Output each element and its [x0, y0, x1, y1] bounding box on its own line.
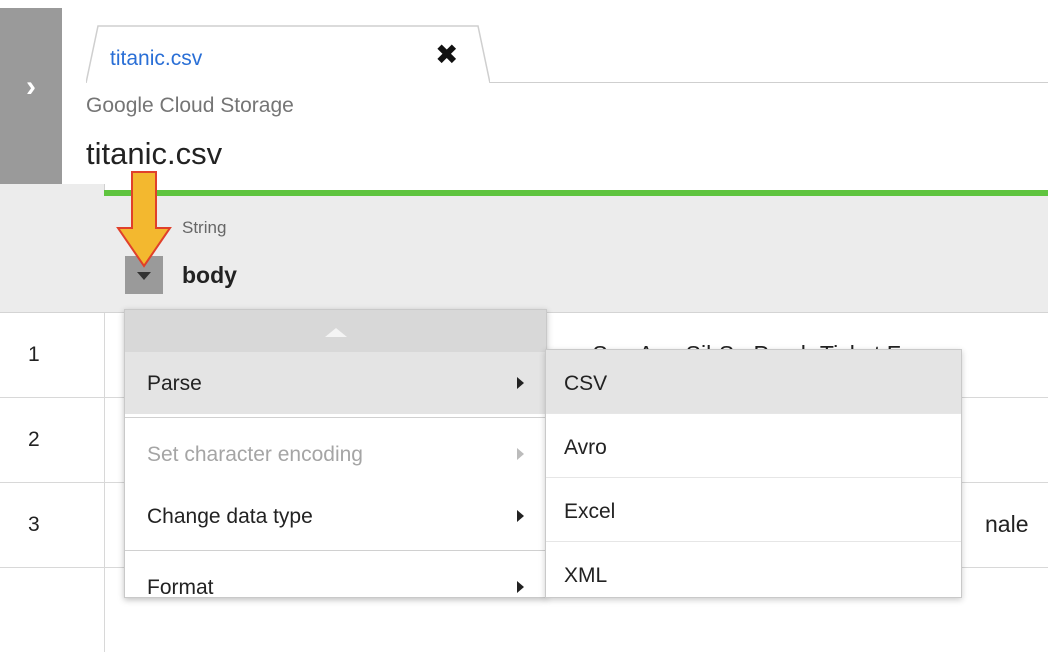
load-progress-bar: [104, 190, 1048, 196]
parse-submenu: CSV Avro Excel XML: [545, 349, 962, 598]
menu-item-format[interactable]: Format: [125, 556, 546, 597]
row-number: 3: [0, 483, 105, 567]
submenu-arrow-icon: [517, 377, 524, 389]
column-type: String: [182, 218, 227, 237]
menu-scroll-up[interactable]: [125, 310, 546, 352]
submenu-item-excel[interactable]: Excel: [546, 478, 961, 542]
annotation-arrow-icon: [116, 171, 172, 268]
column-name: body: [182, 262, 237, 288]
caret-down-icon: [137, 272, 151, 280]
menu-item-change-data-type[interactable]: Change data type: [125, 485, 546, 547]
submenu-item-xml[interactable]: XML: [546, 542, 961, 597]
source-label: Google Cloud Storage: [86, 94, 294, 117]
submenu-arrow-icon: [517, 581, 524, 593]
chevron-right-icon: ›: [26, 70, 36, 103]
submenu-arrow-icon: [517, 448, 524, 460]
menu-divider: [125, 417, 546, 418]
file-tab[interactable]: titanic.csv ✖: [86, 25, 490, 83]
submenu-arrow-icon: [517, 510, 524, 522]
row-number: 2: [0, 398, 105, 482]
menu-item-set-character-encoding: Set character encoding: [125, 423, 546, 485]
sidebar-toggle[interactable]: ›: [0, 8, 62, 184]
row-number: [0, 568, 105, 652]
submenu-item-csv[interactable]: CSV: [546, 350, 961, 414]
column-context-menu: Parse Set character encoding Change data…: [124, 309, 547, 598]
menu-divider: [125, 550, 546, 551]
tab-divider: [490, 82, 1048, 83]
submenu-item-avro[interactable]: Avro: [546, 414, 961, 478]
menu-item-parse[interactable]: Parse: [125, 352, 546, 414]
row-number: 1: [0, 313, 105, 397]
page-title: titanic.csv: [86, 136, 223, 171]
chevron-up-icon: [325, 328, 347, 337]
close-icon[interactable]: ✖: [435, 41, 458, 69]
tab-label: titanic.csv: [110, 47, 203, 70]
